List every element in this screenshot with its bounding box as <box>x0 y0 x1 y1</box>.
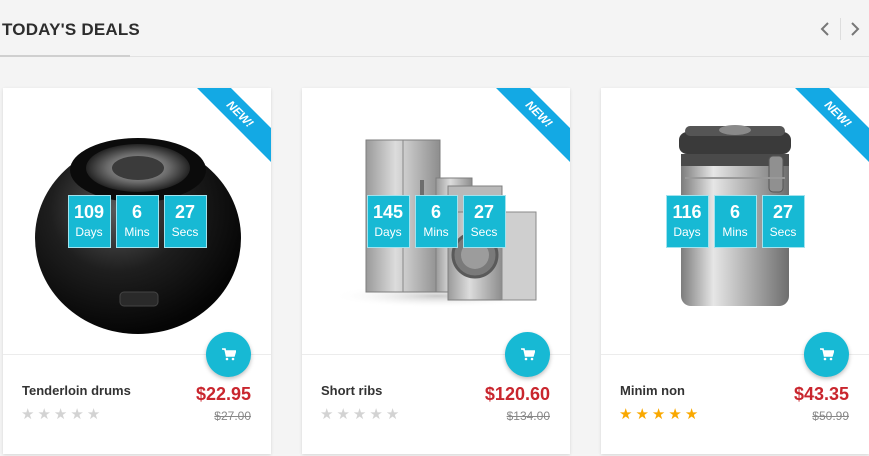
deals-header: TODAY'S DEALS <box>0 0 869 57</box>
product-price: $43.35 <box>793 384 849 404</box>
add-to-cart-button[interactable] <box>505 332 550 377</box>
star-icon: ★ <box>369 406 383 423</box>
product-card[interactable]: NEW! 109 Days 6 Mins 27 Secs Tenderloin … <box>3 88 271 454</box>
star-icon: ★ <box>53 406 68 423</box>
countdown-mins-label: Mins <box>722 225 748 239</box>
product-card[interactable]: NEW! 116 Days 6 Mins 27 Secs Minim non $… <box>601 88 869 454</box>
countdown-mins: 6 Mins <box>414 195 458 248</box>
header-divider <box>0 56 869 57</box>
product-price: $22.95 <box>195 384 251 404</box>
countdown-days: 145 Days <box>366 195 410 248</box>
title-underline <box>0 55 130 57</box>
rating-stars: ★ ★ ★ ★ ★ <box>619 407 698 422</box>
countdown-secs-value: 27 <box>174 202 196 222</box>
countdown-timer: 109 Days 6 Mins 27 Secs <box>3 195 271 248</box>
countdown-days-label: Days <box>374 225 402 239</box>
product-price: $120.60 <box>484 384 550 404</box>
product-card[interactable]: NEW! 145 Days 6 Mins 27 Secs Short ribs … <box>302 88 570 454</box>
cart-icon <box>520 348 535 361</box>
countdown-mins-label: Mins <box>423 225 449 239</box>
countdown-mins-value: 6 <box>131 202 142 222</box>
countdown-timer: 145 Days 6 Mins 27 Secs <box>302 195 570 248</box>
product-old-price: $50.99 <box>812 409 849 423</box>
product-name[interactable]: Minim non <box>620 383 685 398</box>
countdown-mins-value: 6 <box>430 202 441 222</box>
rating-stars: ★ ★ ★ ★ ★ <box>21 407 100 422</box>
countdown-mins: 6 Mins <box>713 195 757 248</box>
star-icon: ★ <box>70 406 84 423</box>
star-icon: ★ <box>352 406 367 423</box>
countdown-mins: 6 Mins <box>115 195 159 248</box>
countdown-mins-value: 6 <box>729 202 740 222</box>
star-icon: ★ <box>668 406 682 423</box>
star-icon: ★ <box>635 406 649 423</box>
nav-separator <box>840 18 841 40</box>
chevron-right-icon[interactable] <box>844 18 866 40</box>
product-old-price: $27.00 <box>214 409 251 423</box>
countdown-secs: 27 Secs <box>462 195 506 248</box>
countdown-secs: 27 Secs <box>761 195 805 248</box>
countdown-days-label: Days <box>75 225 103 239</box>
star-icon: ★ <box>619 406 633 423</box>
countdown-secs-label: Secs <box>171 225 199 239</box>
star-icon: ★ <box>37 406 51 423</box>
countdown-days-label: Days <box>673 225 701 239</box>
countdown-days-value: 109 <box>73 202 105 222</box>
star-icon: ★ <box>336 406 350 423</box>
cart-icon <box>819 348 834 361</box>
countdown-secs-value: 27 <box>473 202 495 222</box>
star-icon: ★ <box>320 406 334 423</box>
section-title: TODAY'S DEALS <box>2 20 140 39</box>
countdown-mins-label: Mins <box>124 225 150 239</box>
chevron-left-icon[interactable] <box>814 18 836 40</box>
countdown-secs: 27 Secs <box>163 195 207 248</box>
product-old-price: $134.00 <box>506 409 550 423</box>
star-icon: ★ <box>651 406 666 423</box>
product-name[interactable]: Short ribs <box>321 383 382 398</box>
countdown-days: 109 Days <box>67 195 111 248</box>
countdown-days-value: 116 <box>672 202 702 222</box>
rating-stars: ★ ★ ★ ★ ★ <box>320 407 399 422</box>
product-name[interactable]: Tenderloin drums <box>22 383 131 398</box>
star-icon: ★ <box>86 406 101 423</box>
star-icon: ★ <box>385 406 400 423</box>
countdown-secs-value: 27 <box>772 202 794 222</box>
countdown-days-value: 145 <box>372 202 404 222</box>
countdown-timer: 116 Days 6 Mins 27 Secs <box>601 195 869 248</box>
star-icon: ★ <box>21 406 35 423</box>
countdown-days: 116 Days <box>665 195 709 248</box>
cart-icon <box>221 348 236 361</box>
star-icon: ★ <box>684 406 699 423</box>
countdown-secs-label: Secs <box>769 225 797 239</box>
add-to-cart-button[interactable] <box>804 332 849 377</box>
add-to-cart-button[interactable] <box>206 332 251 377</box>
countdown-secs-label: Secs <box>470 225 498 239</box>
